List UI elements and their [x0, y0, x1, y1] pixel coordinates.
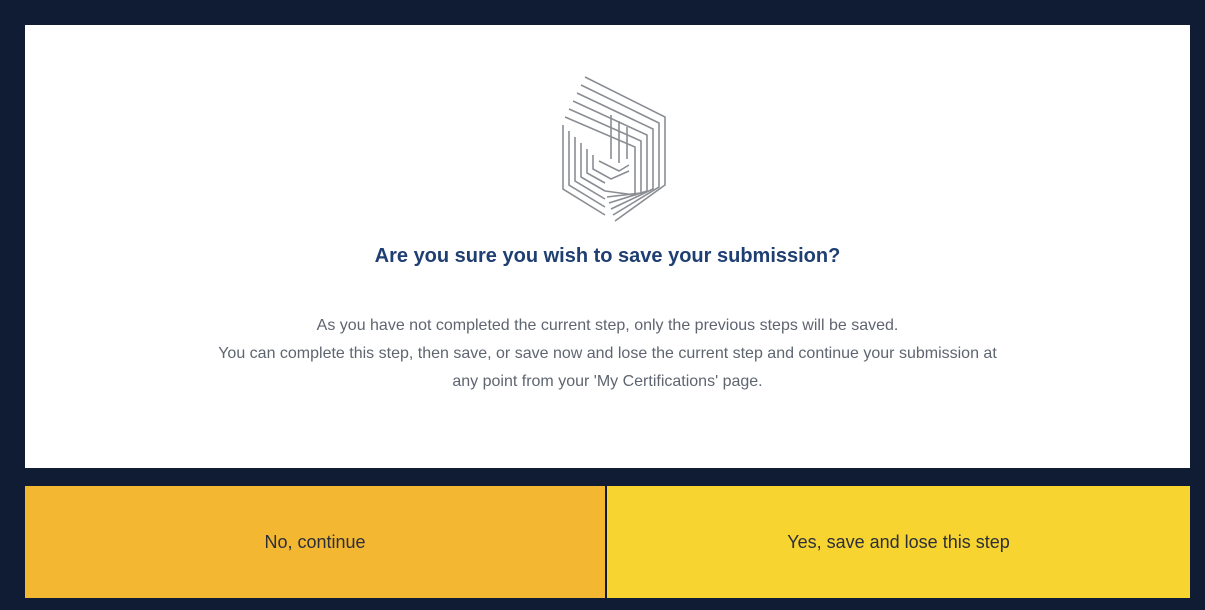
dialog-message-line-1: As you have not completed the current st…: [316, 317, 899, 334]
confirmation-dialog: Are you sure you wish to save your submi…: [25, 25, 1190, 468]
dialog-message-line-3: any point from your 'My Certifications' …: [452, 373, 763, 390]
no-continue-button[interactable]: No, continue: [25, 486, 605, 598]
dialog-message: As you have not completed the current st…: [25, 312, 1190, 396]
dialog-message-line-2: You can complete this step, then save, o…: [218, 345, 997, 362]
yes-save-button[interactable]: Yes, save and lose this step: [607, 486, 1190, 598]
dialog-title: Are you sure you wish to save your submi…: [374, 245, 841, 267]
nested-cube-lines-icon: [562, 76, 666, 222]
dialog-button-bar: No, continue Yes, save and lose this ste…: [25, 486, 1190, 598]
